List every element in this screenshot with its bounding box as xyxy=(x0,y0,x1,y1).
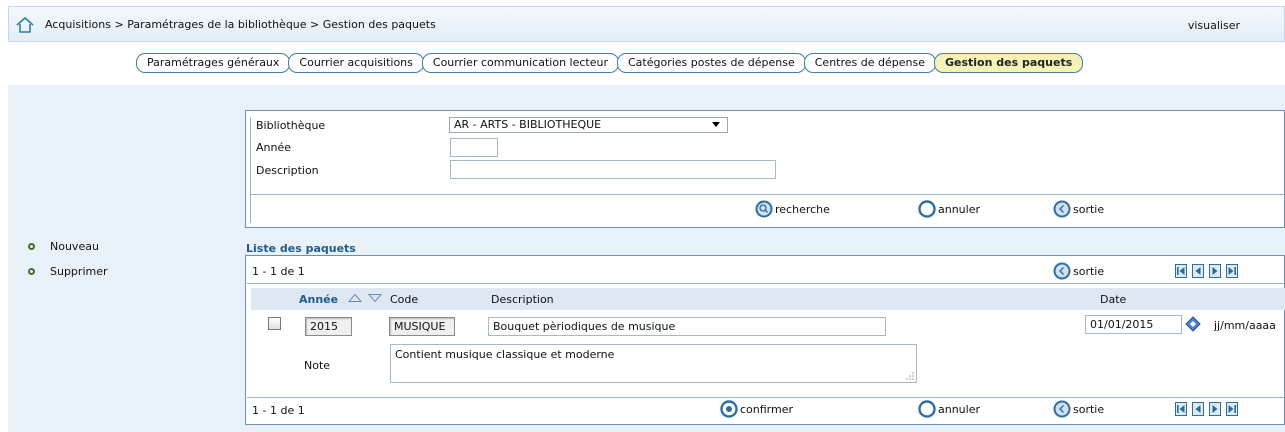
breadcrumb: Acquisitions > Paramétrages de la biblio… xyxy=(45,18,436,31)
column-header-date: Date xyxy=(1100,293,1127,306)
code-value: MUSIQUE xyxy=(389,317,455,336)
sidebar-item-nouveau[interactable]: Nouveau xyxy=(28,240,99,253)
cancel-button[interactable]: annuler xyxy=(918,200,980,218)
dot-circle-icon xyxy=(720,400,738,418)
sidebar-item-supprimer[interactable]: Supprimer xyxy=(28,265,108,278)
tab-gestion-paquets[interactable]: Gestion des paquets xyxy=(933,53,1084,73)
home-icon[interactable] xyxy=(15,16,35,34)
row-divider xyxy=(247,397,1284,398)
exit-button-bottom[interactable]: sortie xyxy=(1053,400,1104,418)
prev-page-icon[interactable] xyxy=(1192,402,1204,419)
confirm-button[interactable]: confirmer xyxy=(720,400,793,418)
tab-courrier-acquisitions[interactable]: Courrier acquisitions xyxy=(288,53,424,73)
sort-descending-icon[interactable] xyxy=(368,293,382,303)
exit-button-label: sortie xyxy=(1073,202,1105,216)
next-page-icon[interactable] xyxy=(1209,402,1221,419)
search-button[interactable]: recherche xyxy=(755,200,830,218)
list-title: Liste des paquets xyxy=(246,242,356,255)
panel-divider xyxy=(250,194,1284,195)
row-divider xyxy=(247,283,1284,284)
sidebar-item-label: Supprimer xyxy=(50,265,108,278)
bibliotheque-select-value: AR - ARTS - BIBLIOTHEQUE xyxy=(454,118,602,131)
prev-page-icon[interactable] xyxy=(1192,264,1204,281)
circle-icon xyxy=(918,200,936,218)
calendar-icon[interactable] xyxy=(1185,316,1201,332)
settings-tabs: Paramétrages généraux Courrier acquisiti… xyxy=(136,53,1084,73)
top-bar: Acquisitions > Paramétrages de la biblio… xyxy=(8,6,1285,42)
first-page-icon[interactable] xyxy=(1175,264,1187,281)
exit-button[interactable]: sortie xyxy=(1053,200,1104,218)
exit-button-top[interactable]: sortie xyxy=(1053,262,1104,280)
cancel-button-label: annuler xyxy=(938,202,981,216)
panel-border xyxy=(250,117,251,223)
last-page-icon[interactable] xyxy=(1226,402,1238,419)
exit-button-label: sortie xyxy=(1073,264,1105,278)
bibliotheque-label: Bibliothèque xyxy=(256,119,326,132)
column-header-code: Code xyxy=(390,293,419,306)
note-label: Note xyxy=(304,359,331,372)
back-arrow-circle-icon xyxy=(1053,400,1071,418)
column-header-description: Description xyxy=(491,293,554,306)
date-format-hint: jj/mm/aaaa xyxy=(1214,319,1276,332)
annee-input[interactable] xyxy=(450,138,498,157)
tab-categories-postes-depense[interactable]: Catégories postes de dépense xyxy=(616,53,806,73)
sidebar-item-label: Nouveau xyxy=(50,240,99,253)
pager-bottom xyxy=(1175,402,1243,419)
bullet-icon xyxy=(28,243,35,250)
result-count-bottom: 1 - 1 de 1 xyxy=(252,404,305,417)
next-page-icon[interactable] xyxy=(1209,264,1221,281)
visualiser-link[interactable]: visualiser xyxy=(1188,19,1240,32)
search-button-label: recherche xyxy=(775,202,830,216)
tab-parametrages-generaux[interactable]: Paramétrages généraux xyxy=(136,53,291,73)
annee-value: 2015 xyxy=(305,317,352,336)
result-count-top: 1 - 1 de 1 xyxy=(252,265,305,278)
pager-top xyxy=(1175,264,1243,281)
tab-courrier-communication-lecteur[interactable]: Courrier communication lecteur xyxy=(421,53,619,73)
note-text: Contient musique classique et moderne xyxy=(395,348,615,361)
bibliotheque-select[interactable]: AR - ARTS - BIBLIOTHEQUE xyxy=(449,117,728,133)
note-textarea[interactable]: Contient musique classique et moderne xyxy=(390,344,917,383)
column-header-annee[interactable]: Année xyxy=(299,293,338,306)
search-circle-icon xyxy=(755,200,773,218)
sort-ascending-icon[interactable] xyxy=(348,293,362,303)
annee-label: Année xyxy=(256,141,292,154)
chevron-down-icon xyxy=(712,122,720,127)
cancel-button-label: annuler xyxy=(938,402,981,416)
exit-button-label: sortie xyxy=(1073,402,1105,416)
circle-icon xyxy=(918,400,936,418)
description-input[interactable] xyxy=(450,160,776,179)
confirm-button-label: confirmer xyxy=(740,402,794,416)
description-label: Description xyxy=(256,164,319,177)
resize-grip-icon[interactable] xyxy=(906,372,914,380)
back-arrow-circle-icon xyxy=(1053,262,1071,280)
back-arrow-circle-icon xyxy=(1053,200,1071,218)
bullet-icon xyxy=(28,268,35,275)
date-input[interactable]: 01/01/2015 xyxy=(1085,315,1182,334)
cancel-button-bottom[interactable]: annuler xyxy=(918,400,980,418)
row-select-checkbox[interactable] xyxy=(268,317,281,330)
description-row-input[interactable]: Bouquet pèriodiques de musique xyxy=(488,317,886,336)
last-page-icon[interactable] xyxy=(1226,264,1238,281)
tab-centres-depense[interactable]: Centres de dépense xyxy=(803,53,936,73)
first-page-icon[interactable] xyxy=(1175,402,1187,419)
